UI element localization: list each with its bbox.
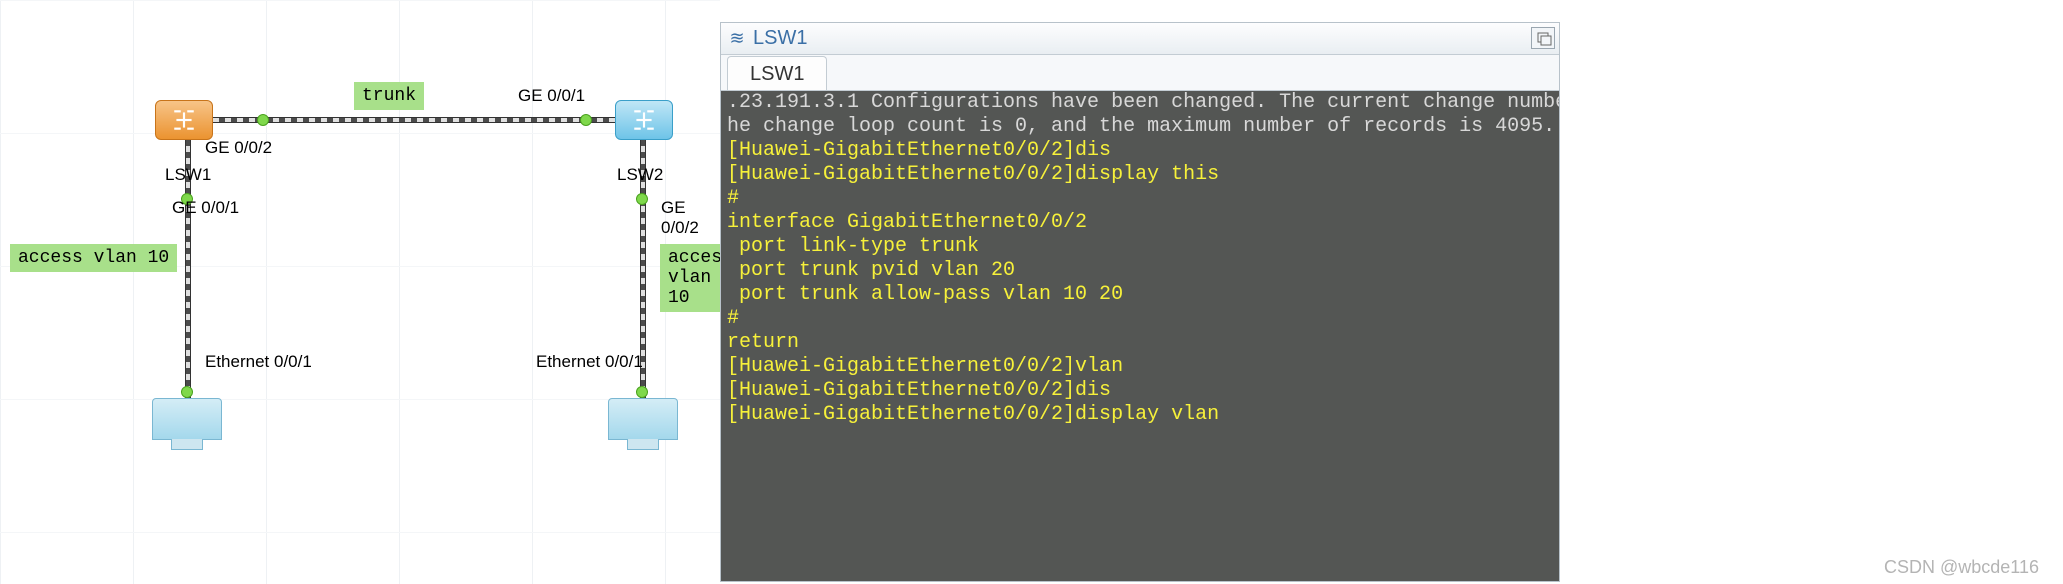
terminal-line: port trunk allow-pass vlan 10 20 xyxy=(727,283,1553,307)
tabbar: LSW1 xyxy=(721,55,1559,91)
port-dot xyxy=(580,114,592,126)
terminal-line: port link-type trunk xyxy=(727,235,1553,259)
terminal-line: # xyxy=(727,187,1553,211)
device-lsw1[interactable] xyxy=(155,100,213,140)
port-dot xyxy=(636,193,648,205)
terminal-line: [Huawei-GigabitEthernet0/0/2]display thi… xyxy=(727,163,1553,187)
terminal-line: [Huawei-GigabitEthernet0/0/2]vlan xyxy=(727,355,1553,379)
iface-label: GE 0/0/1 xyxy=(518,86,585,106)
terminal-output[interactable]: .23.191.3.1 Configurations have been cha… xyxy=(721,91,1559,581)
titlebar[interactable]: ≋ LSW1 xyxy=(721,23,1559,55)
port-dot xyxy=(636,386,648,398)
switch-icon xyxy=(626,107,662,133)
app-icon: ≋ xyxy=(727,29,747,49)
iface-label: GE 0/0/2 xyxy=(205,138,272,158)
device-label-lsw1: LSW1 xyxy=(165,165,211,185)
terminal-line: port trunk pvid vlan 20 xyxy=(727,259,1553,283)
device-label-lsw2: LSW2 xyxy=(617,165,663,185)
iface-label: GE 0/0/1 xyxy=(172,198,239,218)
terminal-line: he change loop count is 0, and the maxim… xyxy=(727,115,1553,139)
device-pc-left[interactable] xyxy=(152,398,222,440)
port-dot xyxy=(181,386,193,398)
watermark: CSDN @wbcde116 xyxy=(1884,557,2039,578)
switch-icon xyxy=(166,107,202,133)
terminal-line: .23.191.3.1 Configurations have been cha… xyxy=(727,91,1553,115)
tab-lsw1[interactable]: LSW1 xyxy=(727,56,827,90)
topology-canvas[interactable]: LSW1 LSW2 trunk access vlan 10 access vl… xyxy=(0,0,720,584)
tag-trunk: trunk xyxy=(354,82,424,110)
terminal-line: [Huawei-GigabitEthernet0/0/2]dis xyxy=(727,139,1553,163)
terminal-line: return xyxy=(727,331,1553,355)
tag-access-left: access vlan 10 xyxy=(10,244,177,272)
terminal-line: interface GigabitEthernet0/0/2 xyxy=(727,211,1553,235)
iface-label: Ethernet 0/0/1 xyxy=(205,352,312,372)
restore-icon xyxy=(1532,28,1556,50)
terminal-window[interactable]: ≋ LSW1 LSW1 .23.191.3.1 Configurations h… xyxy=(720,22,1560,582)
window-title: LSW1 xyxy=(753,27,807,50)
restore-button[interactable] xyxy=(1531,27,1555,49)
terminal-line: [Huawei-GigabitEthernet0/0/2]dis xyxy=(727,379,1553,403)
iface-label: GE 0/0/2 xyxy=(661,198,720,238)
iface-label: Ethernet 0/0/1 xyxy=(536,352,643,372)
device-lsw2[interactable] xyxy=(615,100,673,140)
terminal-line: # xyxy=(727,307,1553,331)
terminal-line: [Huawei-GigabitEthernet0/0/2]display vla… xyxy=(727,403,1553,427)
device-pc-right[interactable] xyxy=(608,398,678,440)
port-dot xyxy=(257,114,269,126)
